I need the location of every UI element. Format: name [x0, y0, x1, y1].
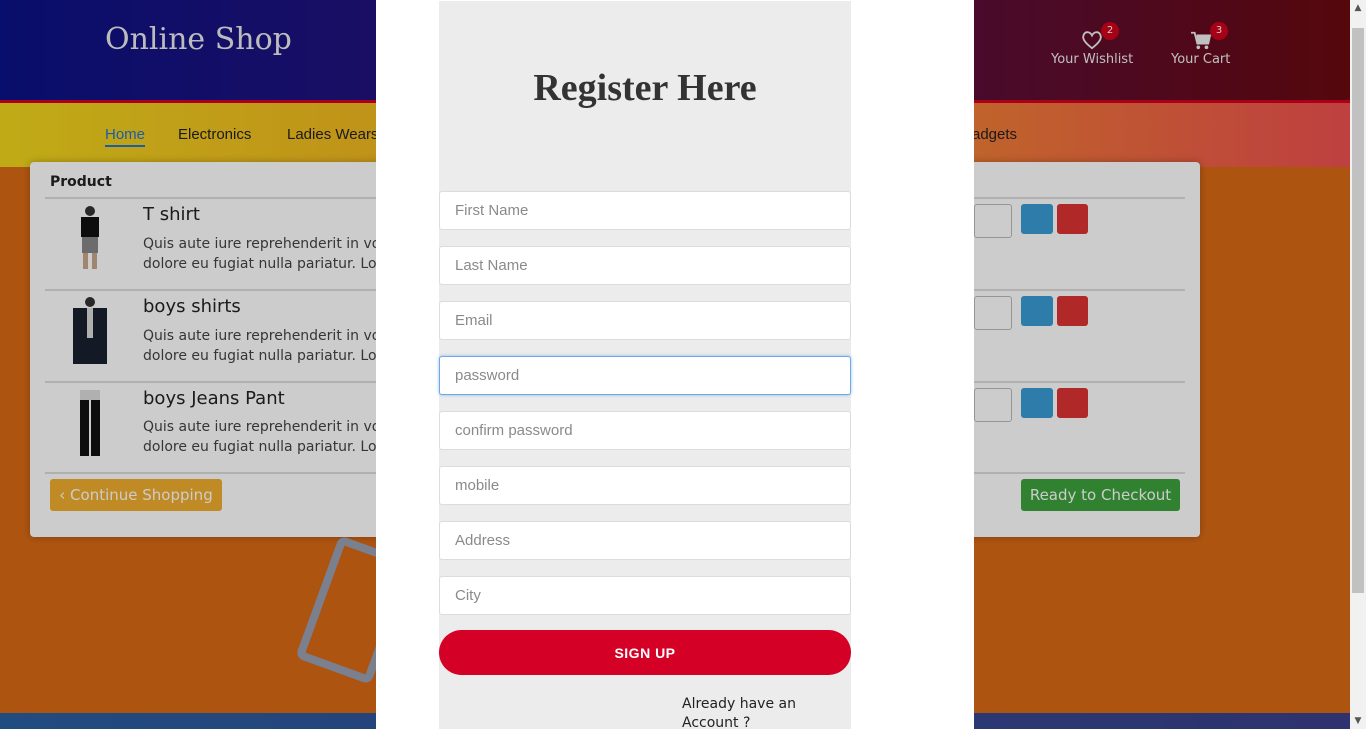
confirm-password-field[interactable] — [439, 411, 851, 450]
last-name-field[interactable] — [439, 246, 851, 285]
address-field[interactable] — [439, 521, 851, 560]
login-link[interactable]: Already have an Account ? — [682, 695, 822, 729]
scroll-up-icon[interactable]: ▲ — [1350, 0, 1366, 16]
scrollbar-thumb[interactable] — [1352, 28, 1364, 593]
sign-up-button[interactable]: SIGN UP — [439, 630, 851, 675]
password-field[interactable] — [439, 356, 851, 395]
mobile-field[interactable] — [439, 466, 851, 505]
first-name-field[interactable] — [439, 191, 851, 230]
modal-title: Register Here — [533, 67, 757, 109]
scroll-down-icon[interactable]: ▼ — [1350, 713, 1366, 729]
email-field[interactable] — [439, 301, 851, 340]
city-field[interactable] — [439, 576, 851, 615]
